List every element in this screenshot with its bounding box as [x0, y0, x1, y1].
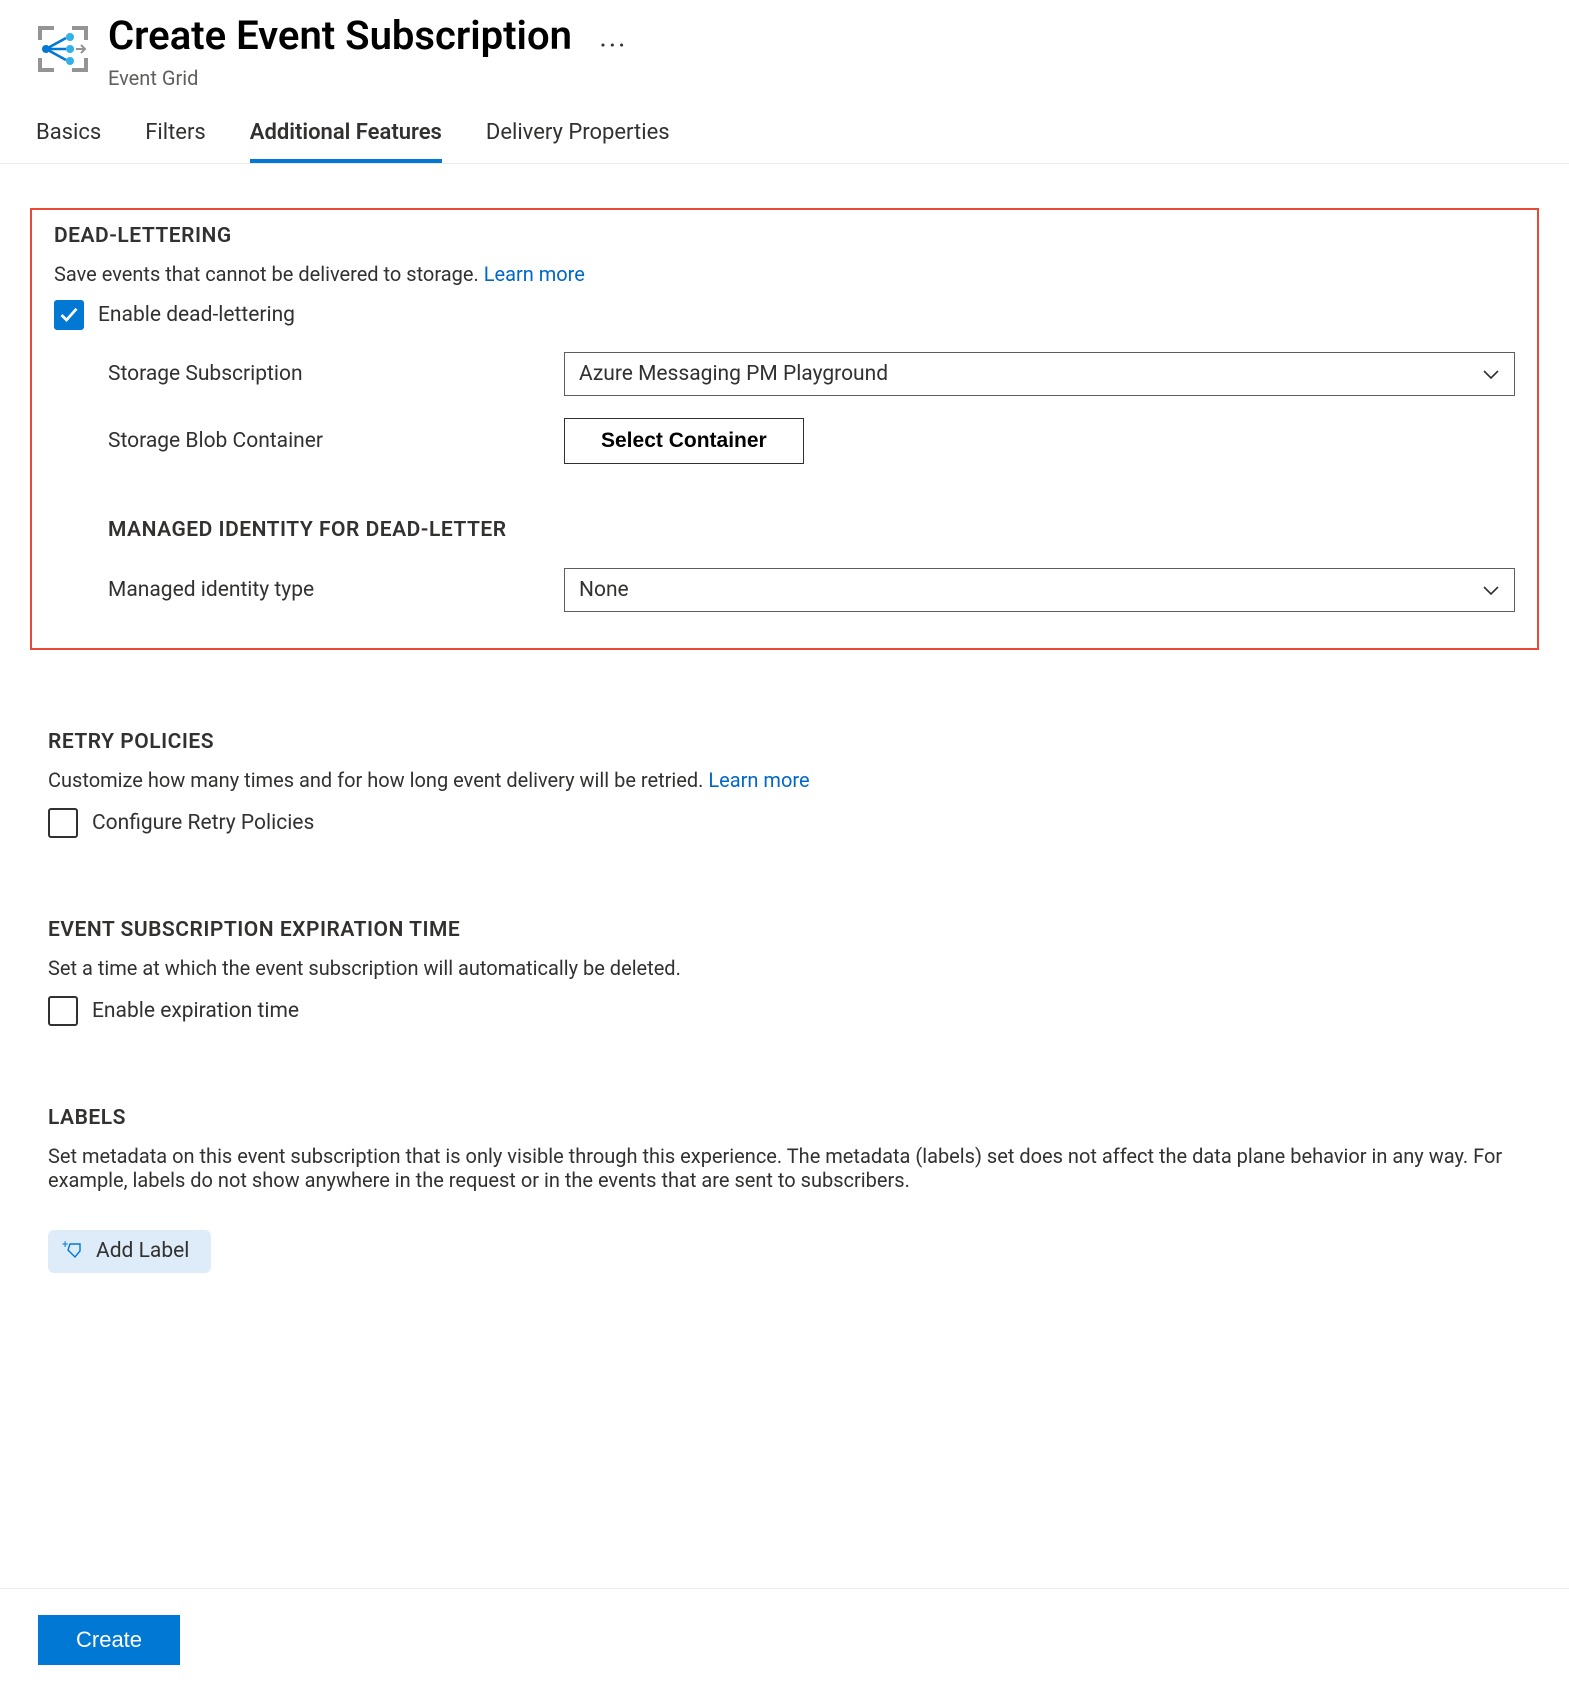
footer: Create	[0, 1588, 1569, 1665]
tab-basics[interactable]: Basics	[36, 108, 101, 163]
tab-delivery-properties[interactable]: Delivery Properties	[486, 108, 670, 163]
enable-expiration-checkbox[interactable]	[48, 996, 78, 1026]
add-label-text: Add Label	[96, 1239, 189, 1263]
labels-heading: LABELS	[48, 1106, 1521, 1130]
svg-text:+: +	[62, 1238, 68, 1251]
enable-dead-lettering-label: Enable dead-lettering	[98, 303, 295, 327]
labels-section: LABELS Set metadata on this event subscr…	[30, 1106, 1539, 1273]
retry-policies-section: RETRY POLICIES Customize how many times …	[30, 730, 1539, 838]
managed-identity-type-label: Managed identity type	[54, 578, 564, 602]
page-header: Create Event Subscription ··· Event Grid	[0, 0, 1569, 108]
managed-identity-type-value: None	[579, 578, 629, 602]
labels-description: Set metadata on this event subscription …	[48, 1144, 1521, 1192]
dead-lettering-heading: DEAD-LETTERING	[54, 224, 1515, 248]
retry-learn-more-link[interactable]: Learn more	[708, 768, 809, 792]
managed-identity-type-dropdown[interactable]: None	[564, 568, 1515, 612]
configure-retry-policies-checkbox[interactable]	[48, 808, 78, 838]
storage-subscription-dropdown[interactable]: Azure Messaging PM Playground	[564, 352, 1515, 396]
dead-lettering-section: DEAD-LETTERING Save events that cannot b…	[30, 208, 1539, 650]
tabs: Basics Filters Additional Features Deliv…	[0, 108, 1569, 164]
enable-dead-lettering-checkbox[interactable]	[54, 300, 84, 330]
expiration-description: Set a time at which the event subscripti…	[48, 956, 1521, 980]
storage-subscription-label: Storage Subscription	[54, 362, 564, 386]
managed-identity-heading: MANAGED IDENTITY FOR DEAD-LETTER	[54, 518, 1515, 542]
more-actions-button[interactable]: ···	[599, 29, 627, 62]
chevron-down-icon	[1482, 578, 1500, 602]
storage-blob-container-label: Storage Blob Container	[54, 429, 564, 453]
select-container-button[interactable]: Select Container	[564, 418, 804, 464]
retry-policies-heading: RETRY POLICIES	[48, 730, 1521, 754]
tab-filters[interactable]: Filters	[145, 108, 206, 163]
configure-retry-policies-label: Configure Retry Policies	[92, 811, 314, 835]
expiration-heading: EVENT SUBSCRIPTION EXPIRATION TIME	[48, 918, 1521, 942]
dead-lettering-learn-more-link[interactable]: Learn more	[484, 262, 585, 286]
tag-plus-icon: +	[62, 1238, 84, 1265]
page-title: Create Event Subscription	[108, 12, 572, 60]
create-button[interactable]: Create	[38, 1615, 180, 1665]
chevron-down-icon	[1482, 362, 1500, 386]
retry-policies-description: Customize how many times and for how lon…	[48, 768, 1521, 792]
storage-subscription-value: Azure Messaging PM Playground	[579, 362, 888, 386]
add-label-button[interactable]: + Add Label	[48, 1230, 211, 1273]
page-subtitle: Event Grid	[108, 66, 627, 90]
dead-lettering-description: Save events that cannot be delivered to …	[54, 262, 1515, 286]
expiration-section: EVENT SUBSCRIPTION EXPIRATION TIME Set a…	[30, 918, 1539, 1026]
enable-expiration-label: Enable expiration time	[92, 999, 299, 1023]
event-grid-icon	[36, 22, 90, 76]
tab-additional-features[interactable]: Additional Features	[250, 108, 442, 163]
